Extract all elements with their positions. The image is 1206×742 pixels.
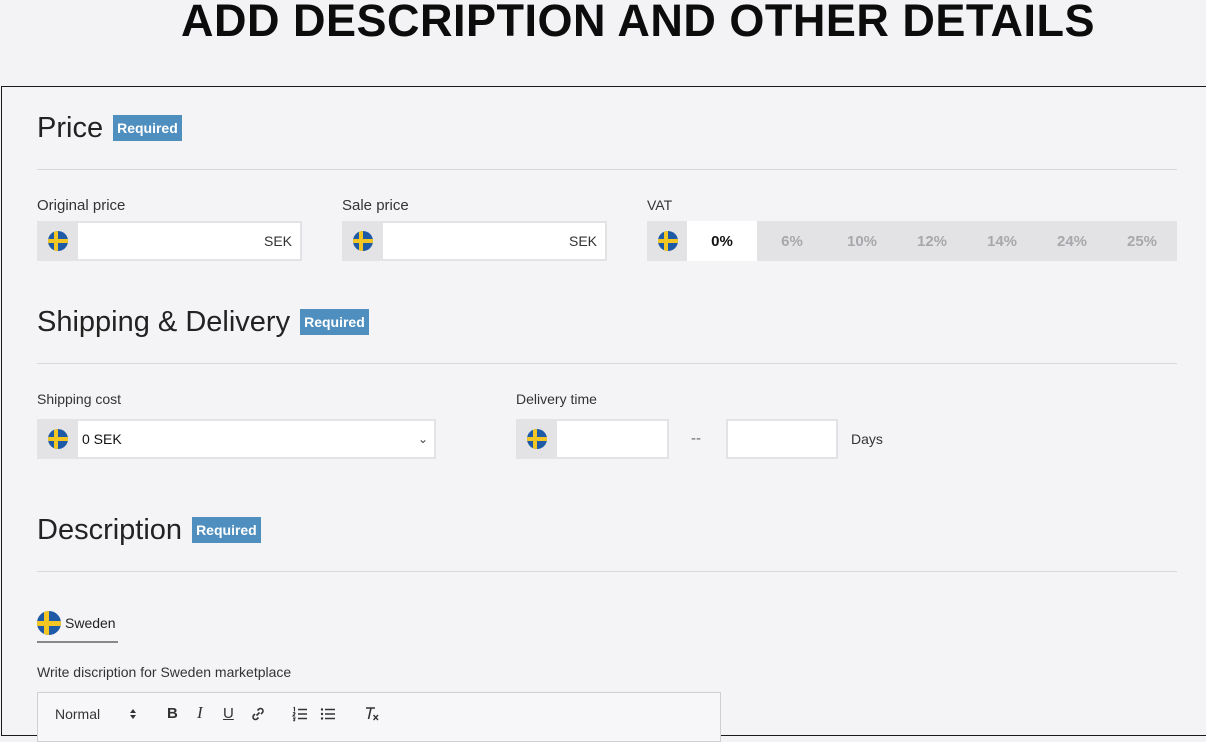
flag-prefix — [516, 419, 557, 459]
shipping-title: Shipping & Delivery — [37, 306, 291, 338]
flag-prefix — [37, 221, 78, 261]
shipping-section-title: Shipping & Delivery Required — [37, 305, 369, 339]
divider — [37, 169, 1177, 170]
description-prompt: Write discription for Sweden marketplace — [37, 664, 292, 680]
vat-option-24[interactable]: 24% — [1037, 221, 1107, 261]
sweden-flag-icon — [526, 429, 547, 449]
tab-sweden[interactable]: Sweden — [37, 605, 118, 643]
vat-option-14[interactable]: 14% — [967, 221, 1037, 261]
vat-option-25[interactable]: 25% — [1107, 221, 1177, 261]
italic-button[interactable]: I — [197, 703, 203, 723]
vat-option-12[interactable]: 12% — [897, 221, 967, 261]
delivery-time-label: Delivery time — [516, 391, 597, 407]
page-heading: ADD DESCRIPTION AND OTHER DETAILS — [180, 0, 1096, 46]
flag-prefix — [342, 221, 383, 261]
original-price-input[interactable]: SEK — [78, 221, 302, 261]
sweden-flag-icon — [47, 429, 68, 449]
tab-sweden-label: Sweden — [65, 615, 116, 631]
required-badge: Required — [300, 309, 369, 335]
range-separator: -- — [691, 430, 701, 447]
sale-price-input[interactable]: SEK — [383, 221, 607, 261]
details-panel: Price Required Original price SEK Sale p… — [1, 86, 1206, 742]
sale-price-currency: SEK — [568, 233, 597, 249]
price-section-title: Price Required — [37, 111, 182, 145]
vat-option-0[interactable]: 0% — [687, 221, 757, 261]
days-unit-label: Days — [851, 431, 883, 447]
link-icon[interactable] — [250, 706, 266, 722]
price-title: Price — [37, 112, 104, 144]
vat-option-6[interactable]: 6% — [757, 221, 827, 261]
description-section-title: Description Required — [37, 513, 261, 547]
required-badge: Required — [192, 517, 261, 543]
delivery-to-input[interactable] — [726, 419, 838, 459]
ordered-list-icon[interactable] — [292, 706, 308, 722]
shipping-cost-label: Shipping cost — [37, 391, 122, 407]
sale-price-label: Sale price — [342, 197, 409, 214]
vat-option-10[interactable]: 10% — [827, 221, 897, 261]
sweden-flag-icon — [37, 611, 61, 635]
text-style-select[interactable]: Normal — [55, 706, 100, 722]
clear-format-icon[interactable] — [364, 705, 380, 722]
flag-prefix — [37, 419, 78, 459]
shipping-cost-value: 0 SEK — [82, 431, 122, 447]
required-badge: Required — [113, 115, 182, 141]
shipping-cost-select[interactable]: 0 SEK ⌄ — [78, 419, 436, 459]
bold-button[interactable]: B — [167, 705, 178, 722]
vat-label: VAT — [647, 197, 673, 213]
description-editor[interactable]: Normal B I U — [37, 692, 721, 742]
original-price-label: Original price — [37, 197, 126, 214]
underline-button[interactable]: U — [223, 705, 234, 722]
divider — [37, 363, 1177, 364]
description-title: Description — [37, 514, 183, 546]
delivery-from-input[interactable] — [557, 419, 669, 459]
sweden-flag-icon — [657, 231, 678, 251]
flag-prefix — [647, 221, 688, 261]
sort-arrows-icon[interactable] — [129, 707, 137, 721]
sweden-flag-icon — [47, 231, 68, 251]
divider — [37, 571, 1177, 572]
sweden-flag-icon — [352, 231, 373, 251]
bullet-list-icon[interactable] — [320, 706, 336, 722]
chevron-down-icon: ⌄ — [417, 432, 428, 446]
original-price-currency: SEK — [263, 233, 292, 249]
